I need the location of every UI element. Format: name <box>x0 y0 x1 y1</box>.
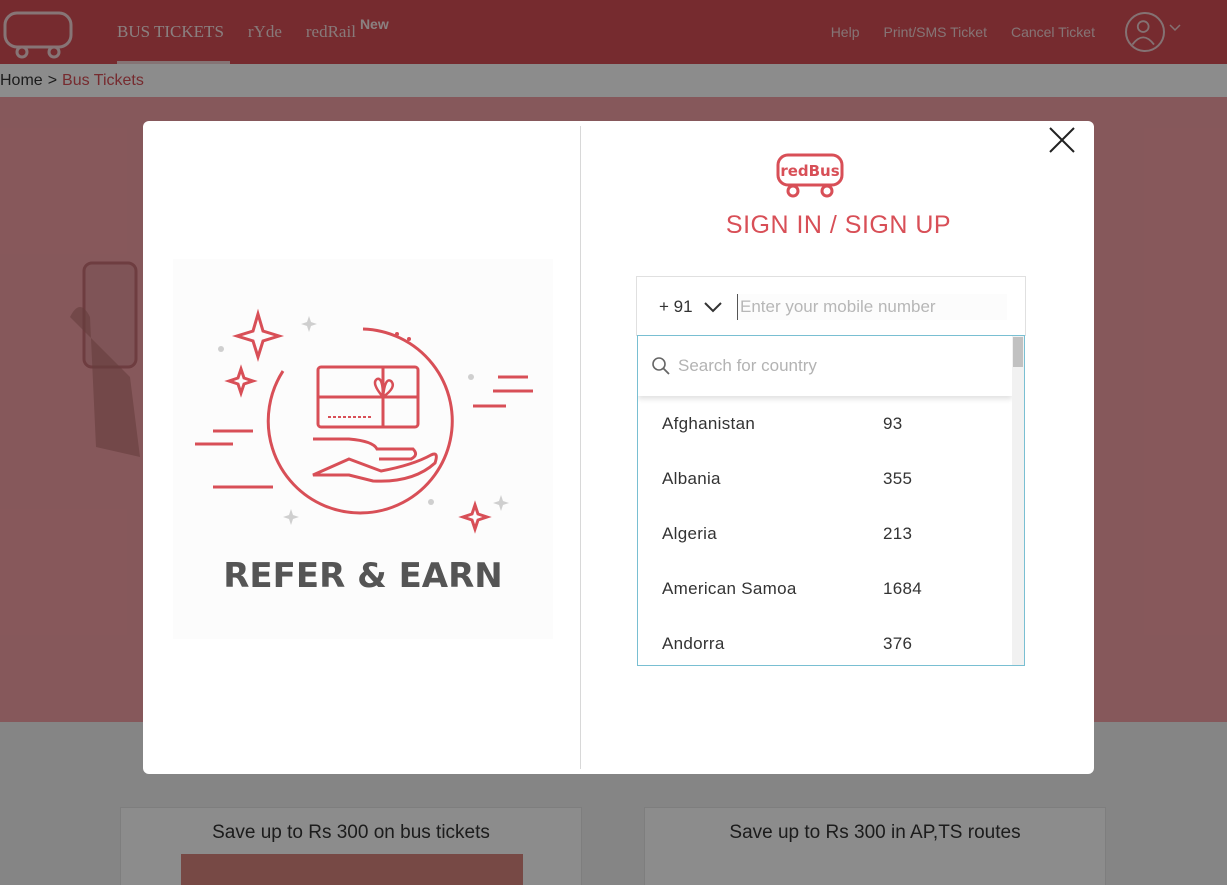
country-dropdown: Afghanistan 93 Albania 355 Algeria 213 A… <box>637 335 1025 666</box>
country-option[interactable]: American Samoa 1684 <box>638 561 1012 616</box>
country-dial-code: 355 <box>883 468 913 488</box>
country-option[interactable]: Algeria 213 <box>638 506 1012 561</box>
country-name: Afghanistan <box>662 413 756 433</box>
country-search-bar <box>638 336 1012 396</box>
country-option[interactable]: Afghanistan 93 <box>638 396 1012 451</box>
dropdown-scrollbar[interactable] <box>1012 336 1024 665</box>
country-dial-code: 376 <box>883 633 913 653</box>
mobile-number-input[interactable] <box>737 294 1007 320</box>
country-code-select[interactable]: + 91 <box>659 277 723 337</box>
refer-earn-banner: REFER & EARN <box>173 259 553 639</box>
country-dial-code: 93 <box>883 413 903 433</box>
redbus-logo: redBus <box>776 153 844 198</box>
search-icon <box>652 357 670 375</box>
promo-text: REFER & EARN <box>223 556 503 596</box>
country-name: Albania <box>662 468 721 488</box>
signin-modal: REFER & EARN redBus SIGN IN / SIGN UP + … <box>143 121 1094 774</box>
country-dial-code: 213 <box>883 523 913 543</box>
country-option[interactable]: Albania 355 <box>638 451 1012 506</box>
chevron-down-icon[interactable] <box>703 301 723 313</box>
country-option[interactable]: Andorra 376 <box>638 616 1012 665</box>
country-list: Afghanistan 93 Albania 355 Algeria 213 A… <box>638 396 1012 665</box>
country-dial-code: 1684 <box>883 578 923 598</box>
modal-divider <box>580 126 581 769</box>
logo-text: redBus <box>780 162 839 180</box>
close-icon[interactable] <box>1047 125 1077 155</box>
country-name: Algeria <box>662 523 718 543</box>
scrollbar-thumb[interactable] <box>1013 337 1023 367</box>
gift-card-hand-icon: REFER & EARN <box>195 308 533 596</box>
country-name: Andorra <box>662 633 725 653</box>
country-search-input[interactable] <box>678 356 998 376</box>
phone-field: + 91 <box>636 276 1026 336</box>
country-name: American Samoa <box>662 578 797 598</box>
signin-title: SIGN IN / SIGN UP <box>725 211 952 239</box>
country-code-value: + 91 <box>659 297 693 316</box>
